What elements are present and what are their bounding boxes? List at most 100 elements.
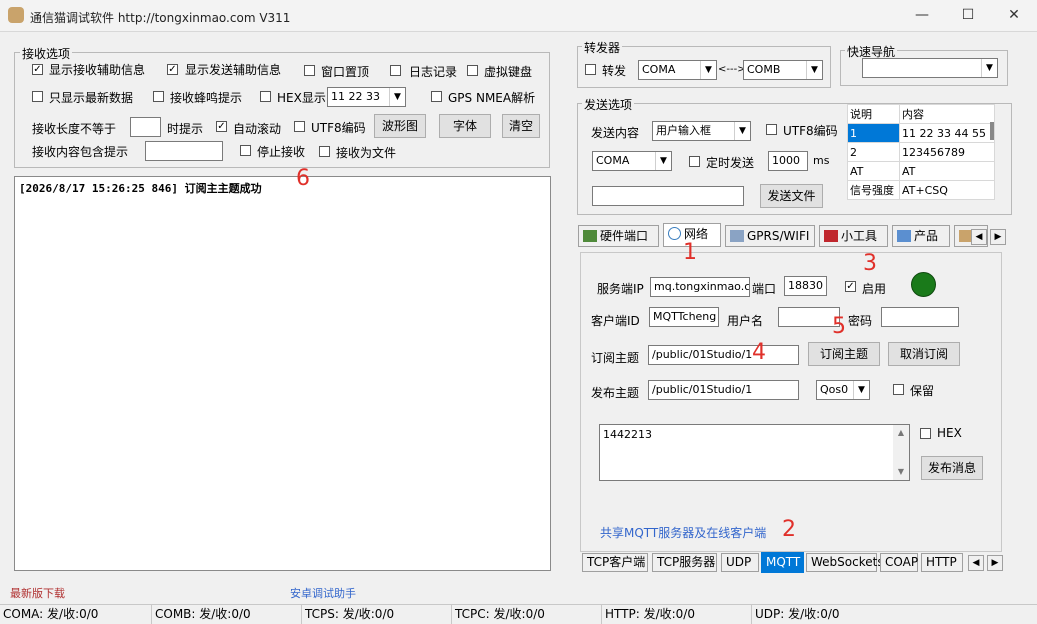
maximize-button[interactable]: ☐: [945, 0, 991, 32]
waveform-button[interactable]: 波形图: [374, 114, 426, 138]
receive-log[interactable]: [2026/8/17 15:26:25 846] 订阅主主题成功: [14, 176, 551, 571]
username-input[interactable]: [778, 307, 840, 327]
close-button[interactable]: ✕: [991, 0, 1037, 32]
log-checkbox[interactable]: [390, 65, 401, 76]
tab-products[interactable]: 产品: [892, 225, 950, 247]
forward-checkbox[interactable]: [585, 64, 596, 75]
send-file-input[interactable]: [592, 186, 744, 206]
chevron-down-icon: ▼: [389, 88, 405, 106]
hex-show-checkbox[interactable]: [260, 91, 271, 102]
retain-checkbox[interactable]: [893, 384, 904, 395]
ms-label: ms: [813, 154, 830, 167]
quicknav-select[interactable]: ▼: [862, 58, 998, 78]
publish-button[interactable]: 发布消息: [921, 456, 983, 480]
font-button[interactable]: 字体: [439, 114, 491, 138]
hex-publish-checkbox[interactable]: [920, 428, 931, 439]
stop-recv-label: 停止接收: [257, 145, 306, 159]
virtual-kb-checkbox[interactable]: [467, 65, 478, 76]
client-id-input[interactable]: MQTTcheng: [649, 307, 719, 327]
sub-topic-input[interactable]: /public/01Studio/1: [648, 345, 799, 365]
forward-to-text: COMB: [747, 63, 781, 76]
command-table[interactable]: 说明 内容 1 11 22 33 44 55 2 123456789 AT AT…: [847, 104, 995, 200]
latest-download-link[interactable]: 最新版下载: [10, 585, 65, 601]
tab-coap[interactable]: COAP: [880, 553, 918, 572]
virtual-kb-label: 虚拟键盘: [484, 65, 533, 79]
recv-beep-label: 接收蜂鸣提示: [170, 91, 243, 105]
tab-gprs-label: GPRS/WIFI: [747, 229, 810, 243]
bottom-tab-right-icon[interactable]: ▶: [987, 555, 1003, 571]
tab-websockets[interactable]: WebSockets: [806, 553, 884, 572]
utf8-send-checkbox[interactable]: [766, 124, 777, 135]
auto-scroll-checkbox[interactable]: ✓: [216, 121, 227, 132]
len-not-eq-label: 接收长度不等于: [32, 122, 117, 136]
message-textarea[interactable]: 1442213 ▲ ▼: [599, 424, 910, 481]
recv-beep-checkbox[interactable]: [153, 91, 164, 102]
send-options-legend: 发送选项: [582, 96, 635, 113]
tab-scroll-left-icon[interactable]: ◀: [971, 229, 987, 245]
unsubscribe-button[interactable]: 取消订阅: [888, 342, 960, 366]
server-ip-input[interactable]: mq.tongxinmao.com: [650, 277, 750, 297]
tab-tools[interactable]: 小工具: [819, 225, 888, 247]
minimize-button[interactable]: —: [899, 0, 945, 32]
hex-publish-label: HEX: [937, 426, 962, 440]
tab-tcp-client[interactable]: TCP客户端: [582, 553, 648, 572]
pub-topic-input[interactable]: /public/01Studio/1: [648, 380, 799, 400]
title-bar: 通信猫调试软件 http://tongxinmao.com V311 — ☐ ✕: [0, 0, 1037, 32]
send-port-select[interactable]: COMA ▼: [592, 151, 672, 171]
show-recv-aux-label: 显示接收辅助信息: [49, 63, 146, 77]
len-value-input[interactable]: [130, 117, 161, 137]
forward-from-select[interactable]: COMA ▼: [638, 60, 717, 80]
hex-value-select[interactable]: 11 22 33 ▼: [327, 87, 406, 107]
enable-checkbox[interactable]: ✓: [845, 281, 856, 292]
qos-text: Qos0: [820, 383, 849, 396]
utf8-send-label: UTF8编码: [783, 124, 838, 138]
forward-to-select[interactable]: COMB ▼: [743, 60, 823, 80]
annotation-4: 4: [752, 340, 766, 365]
table-scrollbar[interactable]: [990, 122, 994, 140]
bottom-tab-left-icon[interactable]: ◀: [968, 555, 984, 571]
timed-send-checkbox[interactable]: [689, 156, 700, 167]
server-ip-label: 服务端IP: [597, 282, 644, 296]
qos-select[interactable]: Qos0 ▼: [816, 380, 870, 400]
stop-recv-checkbox[interactable]: [240, 145, 251, 156]
enable-label: 启用: [862, 282, 887, 296]
table-row[interactable]: 1 11 22 33 44 55: [847, 123, 995, 143]
tab-tcp-server[interactable]: TCP服务器: [652, 553, 717, 572]
recv-to-file-checkbox[interactable]: [319, 146, 330, 157]
tab-gprs-wifi[interactable]: GPRS/WIFI: [725, 225, 815, 247]
send-file-button[interactable]: 发送文件: [760, 184, 823, 208]
show-send-aux-checkbox[interactable]: ✓: [167, 64, 178, 75]
window-top-checkbox[interactable]: [304, 65, 315, 76]
interval-input[interactable]: 1000: [768, 151, 808, 171]
tab-http[interactable]: HTTP: [921, 553, 963, 572]
clear-button[interactable]: 清空: [502, 114, 540, 138]
password-input[interactable]: [881, 307, 959, 327]
subscribe-button[interactable]: 订阅主题: [808, 342, 880, 366]
tab-hardware[interactable]: 硬件端口: [578, 225, 659, 247]
utf8-recv-checkbox[interactable]: [294, 121, 305, 132]
chevron-down-icon: ▼: [981, 59, 997, 77]
scroll-down-icon[interactable]: ▼: [893, 464, 909, 480]
port-input[interactable]: 18830: [784, 276, 827, 296]
status-tcpc: TCPC: 发/收:0/0: [452, 604, 602, 624]
tab-udp[interactable]: UDP: [721, 553, 759, 572]
scroll-up-icon[interactable]: ▲: [893, 425, 909, 441]
hex-value-text: 11 22 33: [331, 90, 380, 103]
annotation-3: 3: [863, 251, 877, 276]
table-row[interactable]: AT AT: [847, 161, 995, 181]
contains-input[interactable]: [145, 141, 223, 161]
android-helper-link[interactable]: 安卓调试助手: [290, 585, 356, 601]
gps-checkbox[interactable]: [431, 91, 442, 102]
status-coma: COMA: 发/收:0/0: [0, 604, 152, 624]
share-mqtt-link[interactable]: 共享MQTT服务器及在线客户端: [600, 524, 766, 541]
only-latest-checkbox[interactable]: [32, 91, 43, 102]
show-recv-aux-checkbox[interactable]: ✓: [32, 64, 43, 75]
tab-scroll-right-icon[interactable]: ▶: [990, 229, 1006, 245]
log-timestamp: [2026/8/17 15:26:25 846]: [19, 182, 178, 195]
textarea-scrollbar[interactable]: ▲ ▼: [893, 425, 909, 480]
table-row[interactable]: 信号强度 AT+CSQ: [847, 180, 995, 200]
chevron-down-icon: ▼: [734, 122, 750, 140]
table-row[interactable]: 2 123456789: [847, 142, 995, 162]
tab-mqtt[interactable]: MQTT: [761, 552, 804, 573]
send-content-select[interactable]: 用户输入框 ▼: [652, 121, 751, 141]
